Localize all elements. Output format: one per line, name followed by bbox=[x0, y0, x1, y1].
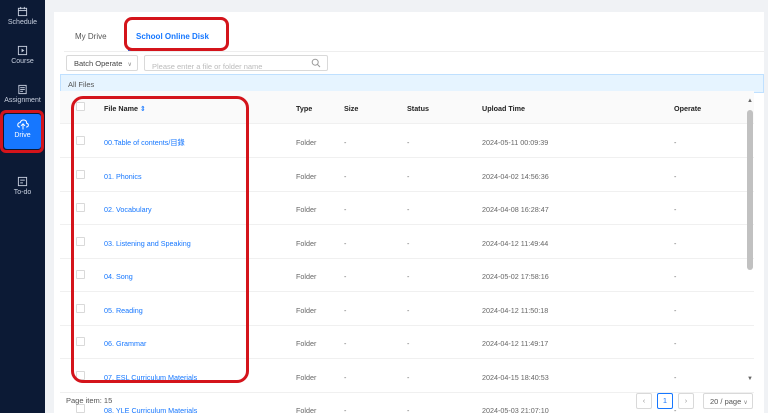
file-type: Folder bbox=[296, 138, 317, 147]
file-type: Folder bbox=[296, 171, 317, 181]
sidebar-item-label: Course bbox=[11, 58, 34, 65]
file-type: Folder bbox=[296, 305, 317, 315]
batch-operate-label: Batch Operate bbox=[74, 59, 123, 68]
operate-cell: - bbox=[674, 372, 677, 382]
file-size: - bbox=[344, 406, 347, 413]
file-size: - bbox=[344, 372, 347, 382]
search-icon[interactable] bbox=[311, 58, 321, 68]
file-type: Folder bbox=[296, 272, 317, 281]
file-type: Folder bbox=[296, 372, 317, 382]
upload-time: 2024-04-08 16:28:47 bbox=[482, 205, 549, 214]
column-header-size: Size bbox=[344, 104, 359, 113]
next-page-button[interactable]: › bbox=[678, 393, 694, 409]
file-status: - bbox=[407, 171, 410, 181]
file-size: - bbox=[344, 272, 347, 281]
chevron-down-icon: ∨ bbox=[743, 400, 748, 406]
assignment-icon bbox=[18, 84, 27, 95]
scroll-down-icon[interactable]: ▼ bbox=[746, 376, 754, 382]
sidebar-item-schedule[interactable]: Schedule bbox=[0, 6, 45, 26]
upload-time: 2024-05-03 21:07:10 bbox=[482, 406, 549, 413]
scroll-thumb[interactable] bbox=[747, 110, 753, 270]
calendar-icon bbox=[17, 6, 28, 17]
page-number-button[interactable]: 1 bbox=[657, 393, 673, 409]
search-input[interactable] bbox=[145, 59, 305, 74]
upload-time: 2024-05-02 17:58:16 bbox=[482, 272, 549, 281]
sidebar-item-label: Schedule bbox=[7, 19, 38, 26]
file-type: Folder bbox=[296, 205, 317, 214]
sidebar: Schedule Course Assignment Drive To-do bbox=[0, 0, 45, 413]
row-checkbox[interactable] bbox=[76, 404, 85, 413]
sidebar-item-course[interactable]: Course bbox=[0, 45, 45, 65]
tab-my-drive[interactable]: My Drive bbox=[75, 32, 107, 41]
column-header-type: Type bbox=[296, 104, 313, 113]
highlight-drive bbox=[0, 110, 44, 153]
batch-operate-dropdown[interactable]: Batch Operate ∨ bbox=[66, 55, 138, 71]
operate-cell: - bbox=[674, 339, 677, 348]
sidebar-item-label: Assignment bbox=[4, 97, 41, 104]
course-icon bbox=[17, 45, 28, 56]
chevron-right-icon: › bbox=[684, 396, 688, 405]
file-size: - bbox=[344, 238, 347, 248]
highlight-tab bbox=[124, 17, 229, 51]
file-size: - bbox=[344, 171, 347, 181]
operate-cell: - bbox=[674, 238, 677, 248]
highlight-file-names bbox=[71, 96, 249, 383]
file-status: - bbox=[407, 205, 410, 214]
chevron-left-icon: ‹ bbox=[642, 396, 646, 405]
file-type: Folder bbox=[296, 406, 317, 413]
file-type: Folder bbox=[296, 339, 317, 348]
operate-cell: - bbox=[674, 171, 677, 181]
upload-time: 2024-04-15 18:40:53 bbox=[482, 372, 549, 382]
file-status: - bbox=[407, 272, 410, 281]
file-size: - bbox=[344, 339, 347, 348]
tabs-divider bbox=[64, 51, 764, 52]
file-size: - bbox=[344, 205, 347, 214]
upload-time: 2024-05-11 00:09:39 bbox=[482, 138, 549, 147]
page-item-count: Page item: 15 bbox=[66, 396, 113, 405]
operate-cell: - bbox=[674, 305, 677, 315]
operate-cell: - bbox=[674, 138, 677, 147]
table-scrollbar[interactable]: ▲ ▼ bbox=[746, 98, 754, 385]
file-status: - bbox=[407, 305, 410, 315]
file-status: - bbox=[407, 406, 410, 413]
file-status: - bbox=[407, 372, 410, 382]
file-status: - bbox=[407, 238, 410, 248]
scroll-up-icon[interactable]: ▲ bbox=[746, 98, 754, 104]
todo-icon bbox=[17, 176, 28, 187]
column-header-operate: Operate bbox=[674, 104, 702, 113]
column-header-status: Status bbox=[407, 104, 429, 113]
operate-cell: - bbox=[674, 406, 677, 413]
file-name-link[interactable]: 08. YLE Curriculum Materials bbox=[104, 406, 197, 413]
upload-time: 2024-04-12 11:49:17 bbox=[482, 339, 549, 348]
upload-time: 2024-04-12 11:49:44 bbox=[482, 238, 549, 248]
prev-page-button[interactable]: ‹ bbox=[636, 393, 652, 409]
upload-time: 2024-04-02 14:56:36 bbox=[482, 171, 549, 181]
file-status: - bbox=[407, 138, 410, 147]
sidebar-item-label: To-do bbox=[13, 189, 32, 196]
operate-cell: - bbox=[674, 272, 677, 281]
file-type: Folder bbox=[296, 238, 317, 248]
column-header-upload-time: Upload Time bbox=[482, 104, 525, 113]
operate-cell: - bbox=[674, 205, 677, 214]
page-size-select[interactable]: 20 / page ∨ bbox=[703, 393, 753, 409]
file-size: - bbox=[344, 138, 347, 147]
file-size: - bbox=[344, 305, 347, 315]
upload-time: 2024-04-12 11:50:18 bbox=[482, 305, 549, 315]
file-status: - bbox=[407, 339, 410, 348]
sidebar-item-assignment[interactable]: Assignment bbox=[0, 84, 45, 104]
search-box[interactable] bbox=[144, 55, 328, 74]
sidebar-item-todo[interactable]: To-do bbox=[0, 176, 45, 196]
page-size-label: 20 / page bbox=[710, 397, 742, 406]
chevron-down-icon: ∨ bbox=[127, 62, 132, 68]
